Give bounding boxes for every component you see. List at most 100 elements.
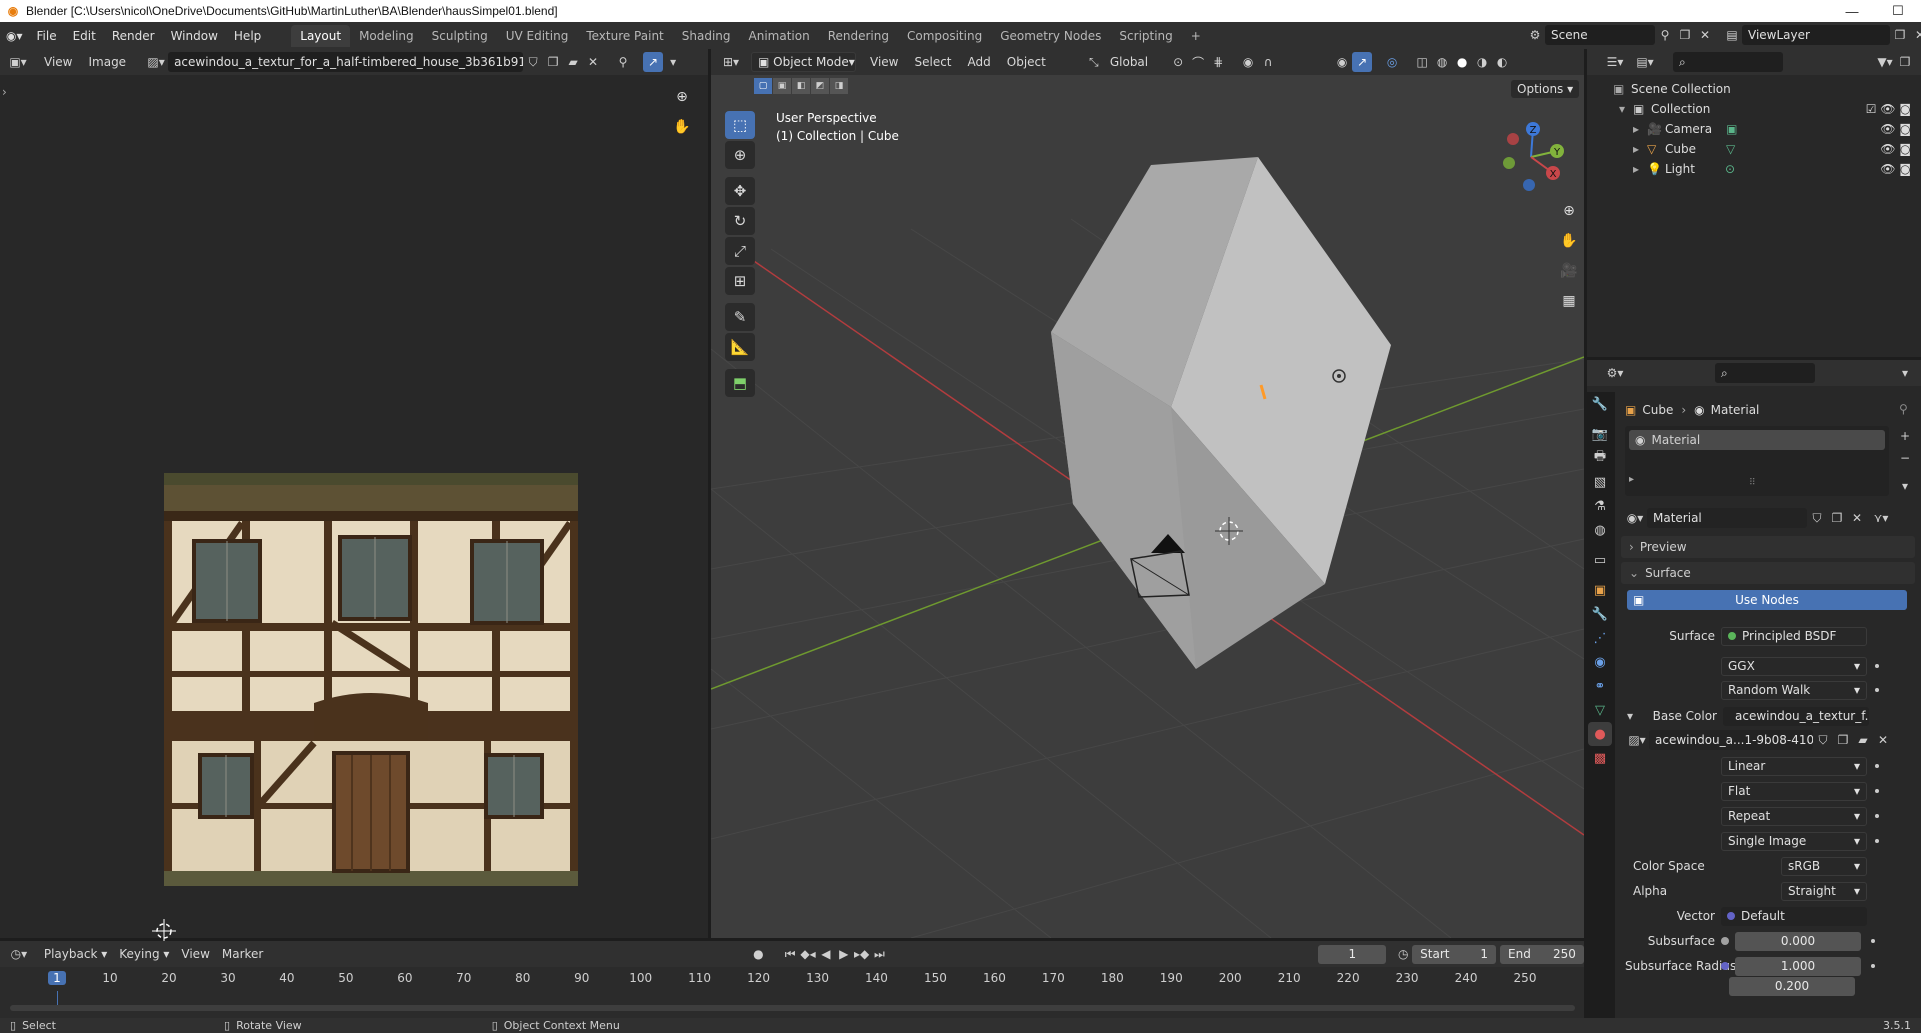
texture-tab-icon[interactable]: ▩ xyxy=(1588,746,1612,770)
viewport-zoom-icon[interactable]: ⊕ xyxy=(1557,199,1581,223)
jump-start-icon[interactable]: ⏮ xyxy=(781,944,799,964)
select-new-icon[interactable]: ▢ xyxy=(754,78,772,94)
surface-panel-header[interactable]: ⌄ Surface xyxy=(1621,562,1915,584)
material-name-field[interactable]: Material xyxy=(1647,508,1807,528)
menu-edit[interactable]: Edit xyxy=(65,25,104,47)
interpolation-dropdown[interactable]: Linear ▾ xyxy=(1721,756,1867,776)
keyframe-dot-icon[interactable] xyxy=(1875,664,1879,668)
timeline-editor-type-icon[interactable]: ◷▾ xyxy=(10,944,28,964)
gizmo-toggle-icon[interactable]: ↗ xyxy=(643,52,664,72)
current-frame-field[interactable]: 1 xyxy=(1318,944,1387,964)
toolbar-expand-icon[interactable]: › xyxy=(2,85,7,99)
keyframe-dot-icon[interactable] xyxy=(1875,789,1879,793)
open-image-icon[interactable]: ▰ xyxy=(563,52,583,72)
output-tab-icon[interactable]: 🖶 xyxy=(1588,446,1612,470)
physics-tab-icon[interactable]: ◉ xyxy=(1588,650,1612,674)
base-color-collapse-icon[interactable]: ▾ xyxy=(1627,709,1641,723)
expand-arrow-icon[interactable]: ▸ xyxy=(1633,142,1647,156)
view-layer-icon[interactable]: ▤ xyxy=(1722,25,1742,45)
remove-slot-icon[interactable]: − xyxy=(1895,448,1915,468)
viewport-menu-view[interactable]: View xyxy=(864,55,904,69)
image-browse-icon[interactable]: ▨▾ xyxy=(146,52,166,72)
xray-icon[interactable]: ◫ xyxy=(1412,52,1432,72)
light-visibility-icons[interactable]: 👁 ◙ xyxy=(1880,162,1911,176)
timeline-menu-view[interactable]: View xyxy=(175,947,215,961)
cube-visibility-icons[interactable]: 👁 ◙ xyxy=(1880,142,1911,156)
rotate-tool-icon[interactable]: ↻ xyxy=(725,207,755,235)
modifier-tab-icon[interactable]: 🔧 xyxy=(1588,602,1612,626)
delete-scene-icon[interactable]: ✕ xyxy=(1695,25,1715,45)
object-tab-icon[interactable]: ▣ xyxy=(1588,578,1612,602)
timeline-menu-keying[interactable]: Keying ▾ xyxy=(113,947,175,961)
tab-scripting[interactable]: Scripting xyxy=(1110,25,1181,47)
material-unlink-icon[interactable]: ✕ xyxy=(1847,508,1867,528)
3d-viewport[interactable]: ⊞▾ ▣ Object Mode ▾ View Select Add Object… xyxy=(711,49,1584,938)
tool-tab-icon[interactable]: 🔧 xyxy=(1588,392,1612,416)
proportional-edit-icon[interactable]: ◉ xyxy=(1238,52,1258,72)
float-socket-icon[interactable] xyxy=(1721,937,1729,945)
minimize-button[interactable]: — xyxy=(1829,0,1875,22)
color-space-dropdown[interactable]: sRGB ▾ xyxy=(1781,856,1867,876)
add-slot-icon[interactable]: + xyxy=(1895,426,1915,446)
tab-uv-editing[interactable]: UV Editing xyxy=(497,25,578,47)
world-tab-icon[interactable]: ◍ xyxy=(1588,518,1612,542)
select-extend-icon[interactable]: ▣ xyxy=(773,78,791,94)
filter-icon[interactable]: ▼▾ xyxy=(1875,52,1895,72)
image-open-icon[interactable]: ▰ xyxy=(1853,730,1873,750)
ortho-toggle-icon[interactable]: ▦ xyxy=(1557,289,1581,313)
mode-dropdown[interactable]: ▣ Object Mode ▾ xyxy=(751,52,856,72)
material-tab-icon[interactable]: ● xyxy=(1588,722,1612,746)
new-scene-icon[interactable]: ❐ xyxy=(1675,25,1695,45)
image-texture-name-field[interactable]: acewindou_a...1-9b08-4102 xyxy=(1649,730,1813,750)
material-fake-user-icon[interactable]: ⛉ xyxy=(1807,508,1827,528)
outliner-row-scene-collection[interactable]: ▣ Scene Collection xyxy=(1613,79,1921,99)
timeline-scrollbar[interactable] xyxy=(10,1005,1575,1011)
keyframe-dot-icon[interactable] xyxy=(1875,814,1879,818)
projection-dropdown[interactable]: Flat ▾ xyxy=(1721,781,1867,801)
image-fake-user-icon[interactable]: ⛉ xyxy=(1813,730,1833,750)
scene-icon[interactable]: ⚙ xyxy=(1525,25,1545,45)
vector-field[interactable]: Default xyxy=(1721,906,1867,926)
camera-visibility-icons[interactable]: 👁 ◙ xyxy=(1880,122,1911,136)
image-name-field[interactable]: acewindou_a_textur_for_a_half-timbered_h… xyxy=(168,52,524,72)
fake-user-icon[interactable]: ⛉ xyxy=(523,52,543,72)
viewport-menu-object[interactable]: Object xyxy=(1001,55,1052,69)
delete-view-layer-icon[interactable]: ✕ xyxy=(1910,25,1921,45)
outliner-row-collection[interactable]: ▾ ▣ Collection ☑ 👁 ◙ xyxy=(1613,99,1921,119)
source-dropdown[interactable]: Single Image ▾ xyxy=(1721,831,1867,851)
overlays-icon[interactable]: ◎ xyxy=(1382,52,1402,72)
scene-tab-icon[interactable]: ⚗ xyxy=(1588,494,1612,518)
collapse-arrow-icon[interactable]: ▾ xyxy=(1619,102,1633,116)
end-frame-field[interactable]: End 250 xyxy=(1500,944,1584,964)
expand-arrow-icon[interactable]: ▸ xyxy=(1633,122,1647,136)
subsurface-method-dropdown[interactable]: Random Walk ▾ xyxy=(1721,680,1867,700)
keyframe-dot-icon[interactable] xyxy=(1875,764,1879,768)
pin-icon[interactable]: ⚲ xyxy=(613,52,633,72)
menu-file[interactable]: File xyxy=(29,25,65,47)
material-new-icon[interactable]: ❐ xyxy=(1827,508,1847,528)
rendered-shading-icon[interactable]: ◐ xyxy=(1492,52,1512,72)
pivot-icon[interactable]: ⊙ xyxy=(1168,52,1188,72)
select-intersect-icon[interactable]: ◨ xyxy=(830,78,848,94)
timeline-ruler[interactable]: 1 10 20 30 40 50 60 70 80 90 100 110 120 130 140 150 160… xyxy=(0,971,1584,991)
preview-panel-header[interactable]: › Preview xyxy=(1621,536,1915,558)
image-new-icon[interactable]: ❐ xyxy=(1833,730,1853,750)
properties-search-input[interactable]: ⌕ xyxy=(1715,363,1815,383)
properties-editor-type-icon[interactable]: ⚙▾ xyxy=(1605,363,1625,383)
gizmo-dropdown-icon[interactable]: ▾ xyxy=(663,52,683,72)
cursor-tool-icon[interactable]: ⊕ xyxy=(725,141,755,169)
preview-range-icon[interactable]: ◷ xyxy=(1394,944,1412,964)
snap-target-icon[interactable]: ⋕ xyxy=(1208,52,1228,72)
viewport-menu-select[interactable]: Select xyxy=(908,55,957,69)
jump-end-icon[interactable]: ⏭ xyxy=(871,944,889,964)
orientation-dropdown[interactable]: Global xyxy=(1104,55,1154,69)
start-frame-field[interactable]: Start 1 xyxy=(1412,944,1497,964)
collection-visibility-icons[interactable]: ☑ 👁 ◙ xyxy=(1866,102,1911,116)
menu-window[interactable]: Window xyxy=(163,25,226,47)
outliner-editor-type-icon[interactable]: ☰▾ xyxy=(1605,52,1625,72)
navigation-gizmo[interactable]: Z Y X xyxy=(1491,115,1571,195)
orientation-icon[interactable]: ⤡ xyxy=(1084,52,1104,72)
2d-cursor-icon[interactable] xyxy=(152,919,176,943)
play-icon[interactable]: ▶ xyxy=(835,944,853,964)
timeline-menu-playback[interactable]: Playback ▾ xyxy=(38,947,113,961)
